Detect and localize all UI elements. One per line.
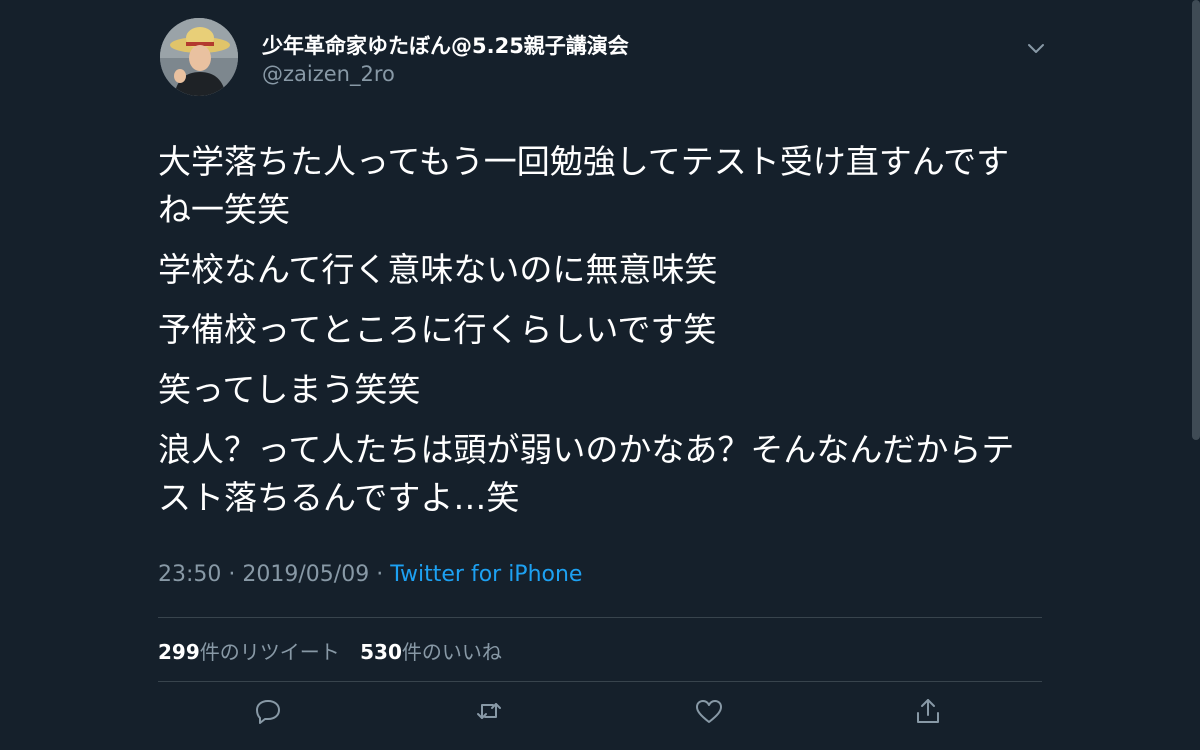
divider (158, 617, 1042, 618)
divider (158, 681, 1042, 682)
retweets-label: 件のリツイート (199, 640, 340, 664)
tweet-actions (158, 696, 1042, 728)
tweet-paragraph: 笑ってしまう笑笑 (158, 370, 421, 409)
tweet-paragraph: 予備校ってところに行くらしいです笑 (158, 310, 717, 349)
tweet: 少年革命家ゆたぼん@5.25親子講演会 @zaizen_2ro 大学落ちた人って… (158, 0, 1044, 750)
likes-stat[interactable]: 530件のいいね (360, 640, 502, 664)
retweets-stat[interactable]: 299件のリツイート (158, 640, 340, 664)
retweet-icon[interactable] (474, 696, 504, 726)
likes-label: 件のいいね (401, 640, 502, 664)
likes-count: 530 (360, 640, 402, 664)
tweet-date[interactable]: 2019/05/09 (242, 562, 369, 587)
heart-icon[interactable] (694, 696, 724, 726)
tweet-time[interactable]: 23:50 (158, 562, 221, 587)
tweet-text: 大学落ちた人ってもう一回勉強してテスト受け直すんですね一笑笑 学校なんて行く意味… (158, 138, 1038, 534)
meta-separator: · (228, 562, 236, 587)
tweet-paragraph: 大学落ちた人ってもう一回勉強してテスト受け直すんですね一笑笑 (158, 142, 1010, 229)
tweet-stats: 299件のリツイート 530件のいいね (158, 636, 516, 665)
avatar-photo (160, 18, 238, 96)
reply-icon[interactable] (253, 696, 283, 726)
author-display-name[interactable]: 少年革命家ゆたぼん@5.25親子講演会 (262, 30, 629, 60)
retweets-count: 299 (158, 640, 200, 664)
tweet-paragraph: 学校なんて行く意味ないのに無意味笑 (158, 250, 718, 289)
share-icon[interactable] (913, 696, 943, 726)
meta-separator: · (376, 562, 384, 587)
author-handle[interactable]: @zaizen_2ro (262, 62, 395, 86)
tweet-paragraph: 浪人？って人たちは頭が弱いのかなあ？そんなんだからテスト落ちるんですよ…笑 (158, 430, 1015, 517)
avatar[interactable] (160, 18, 238, 96)
tweet-source-link[interactable]: Twitter for iPhone (390, 562, 582, 587)
scrollbar[interactable] (1192, 0, 1200, 440)
tweet-meta: 23:50 · 2019/05/09 · Twitter for iPhone (158, 562, 582, 587)
chevron-down-icon[interactable] (1024, 38, 1048, 58)
